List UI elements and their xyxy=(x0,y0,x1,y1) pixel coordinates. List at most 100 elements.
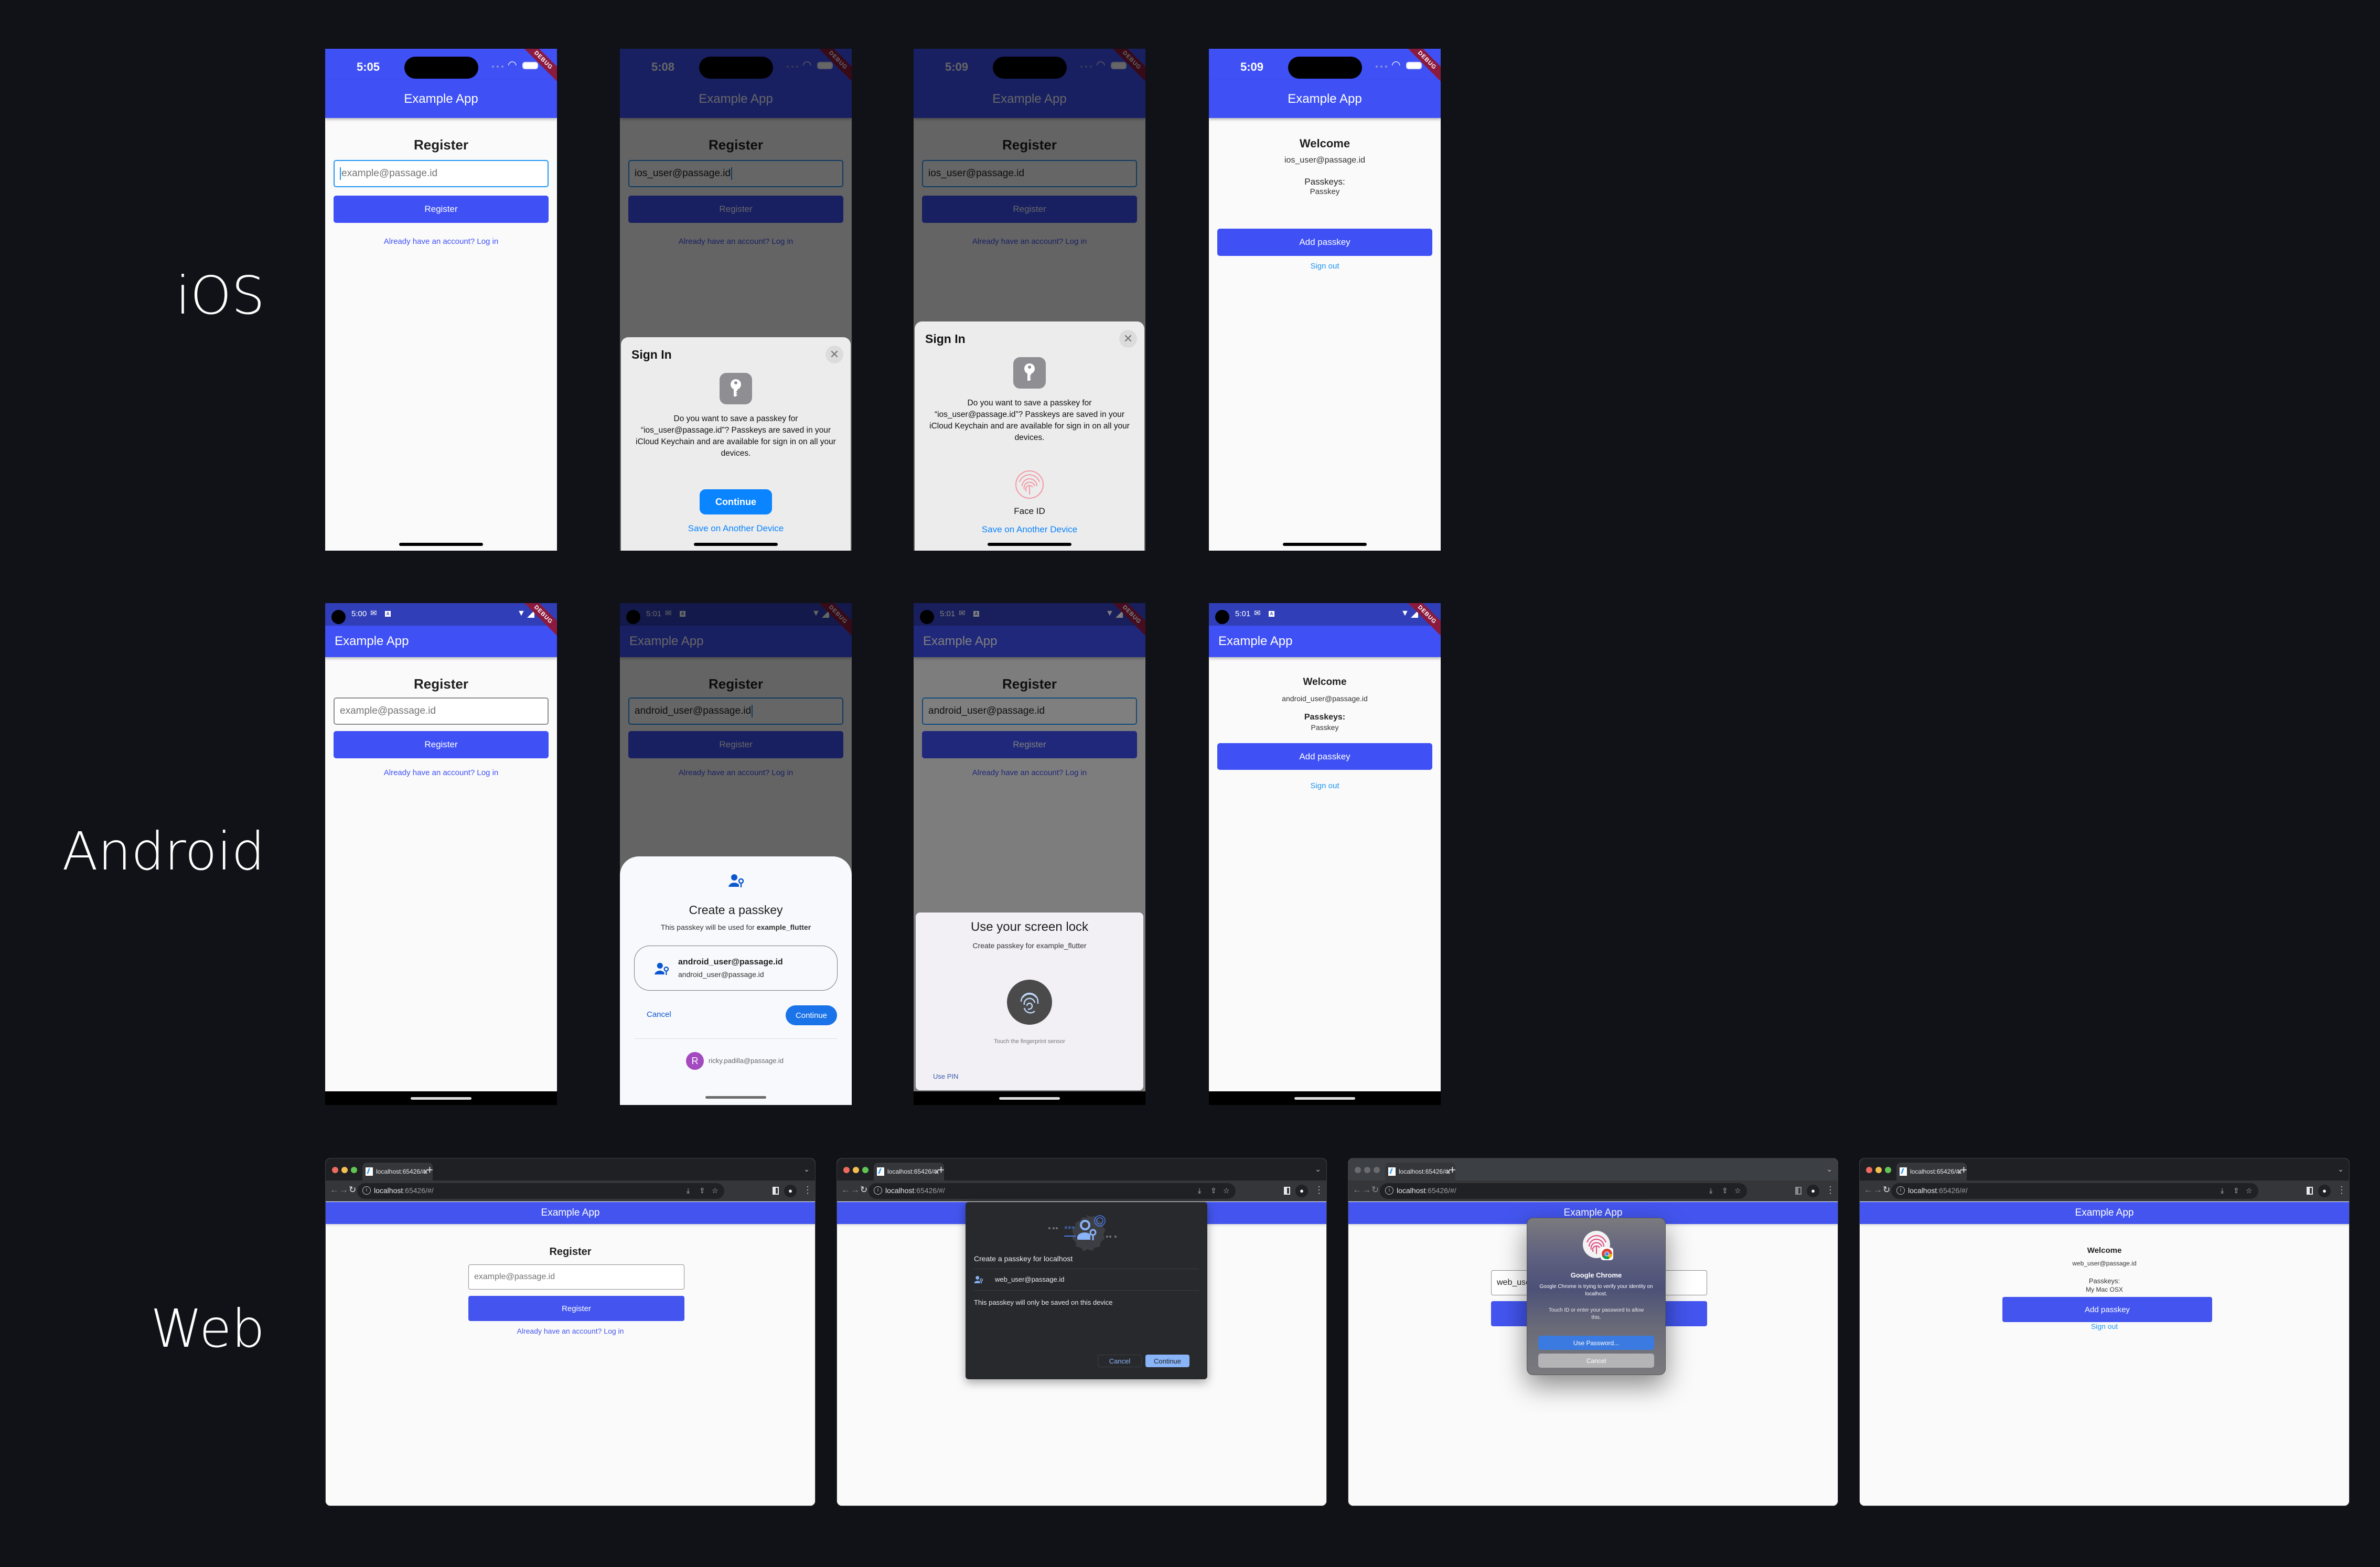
bookmark-star-icon[interactable]: ☆ xyxy=(1223,1186,1230,1195)
login-link[interactable]: Already have an account? Log in xyxy=(325,237,557,246)
close-window-button[interactable] xyxy=(332,1167,338,1173)
account-email[interactable]: ricky.padilla@passage.id xyxy=(709,1057,784,1065)
browser-tab[interactable]: localhost:65426/#/x xyxy=(1896,1163,1967,1180)
register-button[interactable]: Register xyxy=(468,1296,684,1321)
maximize-window-button[interactable] xyxy=(1374,1167,1380,1173)
browser-tab[interactable]: localhost:65426/#/x xyxy=(874,1163,944,1180)
continue-button[interactable]: Continue xyxy=(1145,1355,1189,1367)
sign-out-link[interactable]: Sign out xyxy=(1209,781,1441,790)
minimize-window-button[interactable] xyxy=(853,1167,859,1173)
new-tab-button[interactable]: + xyxy=(1449,1163,1456,1177)
forward-button[interactable]: → xyxy=(1873,1185,1882,1195)
install-icon[interactable]: ⤓ xyxy=(1198,1186,1201,1195)
reload-button[interactable]: ↻ xyxy=(349,1185,356,1195)
add-passkey-button[interactable]: Add passkey xyxy=(2002,1297,2212,1322)
profile-icon[interactable]: ● xyxy=(1807,1185,1819,1197)
back-button[interactable]: ← xyxy=(841,1185,850,1195)
fingerprint-icon[interactable] xyxy=(1007,980,1052,1025)
add-passkey-button[interactable]: Add passkey xyxy=(1217,229,1432,256)
site-info-icon[interactable]: i xyxy=(1385,1186,1393,1195)
maximize-window-button[interactable] xyxy=(862,1167,869,1173)
profile-icon[interactable]: ● xyxy=(1295,1185,1308,1197)
close-icon[interactable]: ✕ xyxy=(1119,330,1137,348)
tab-search-chevron-icon[interactable]: ⌄ xyxy=(1826,1165,1832,1174)
side-panel-icon[interactable] xyxy=(2307,1187,2313,1195)
use-pin-button[interactable]: Use PIN xyxy=(933,1072,958,1080)
share-icon[interactable]: ⇪ xyxy=(699,1186,705,1195)
close-icon[interactable]: ✕ xyxy=(826,346,843,363)
share-icon[interactable]: ⇪ xyxy=(2233,1186,2239,1195)
browser-tab[interactable]: localhost:65426/#/x xyxy=(1385,1163,1455,1180)
install-icon[interactable]: ⤓ xyxy=(2221,1186,2224,1195)
new-tab-button[interactable]: + xyxy=(938,1163,945,1177)
menu-icon[interactable]: ⋮ xyxy=(1826,1185,1835,1196)
install-icon[interactable]: ⤓ xyxy=(687,1186,690,1195)
save-another-device-link[interactable]: Save on Another Device xyxy=(621,523,851,534)
bookmark-star-icon[interactable]: ☆ xyxy=(712,1186,719,1195)
account-option[interactable]: android_user@passage.id android_user@pas… xyxy=(634,946,838,991)
profile-icon[interactable]: ● xyxy=(784,1185,797,1197)
register-button[interactable]: Register xyxy=(334,731,549,758)
reload-button[interactable]: ↻ xyxy=(1371,1185,1379,1195)
back-button[interactable]: ← xyxy=(1864,1185,1873,1195)
tab-search-chevron-icon[interactable]: ⌄ xyxy=(803,1165,810,1174)
cancel-button[interactable]: Cancel xyxy=(1538,1354,1654,1368)
account-avatar[interactable]: R xyxy=(686,1052,704,1070)
minimize-window-button[interactable] xyxy=(1875,1167,1882,1173)
minimize-window-button[interactable] xyxy=(1364,1167,1370,1173)
close-window-button[interactable] xyxy=(1355,1167,1361,1173)
minimize-window-button[interactable] xyxy=(341,1167,348,1173)
side-panel-icon[interactable] xyxy=(1795,1187,1802,1195)
back-button[interactable]: ← xyxy=(1353,1185,1361,1195)
menu-icon[interactable]: ⋮ xyxy=(803,1185,812,1196)
address-bar[interactable]: i localhost:65426/#/ ⤓ ⇪ ☆ xyxy=(1891,1183,2258,1199)
forward-button[interactable]: → xyxy=(1362,1185,1371,1195)
email-input[interactable]: example@passage.id xyxy=(468,1264,684,1290)
address-bar[interactable]: i localhost:65426/#/ ⤓ ⇪ ☆ xyxy=(869,1183,1236,1199)
forward-button[interactable]: → xyxy=(339,1185,348,1195)
cancel-button[interactable]: Cancel xyxy=(1098,1355,1142,1367)
browser-tab[interactable]: localhost:65426/#/x xyxy=(362,1163,433,1180)
login-link[interactable]: Already have an account? Log in xyxy=(325,768,557,777)
save-another-device-link[interactable]: Save on Another Device xyxy=(915,524,1144,535)
new-tab-button[interactable]: + xyxy=(1960,1163,1967,1177)
passkey-item: Passkey xyxy=(1311,723,1339,732)
side-panel-icon[interactable] xyxy=(1284,1187,1290,1195)
email-input[interactable]: example@passage.id xyxy=(334,697,549,725)
tab-search-chevron-icon[interactable]: ⌄ xyxy=(2338,1165,2344,1174)
site-info-icon[interactable]: i xyxy=(874,1186,882,1195)
site-info-icon[interactable]: i xyxy=(362,1186,371,1195)
maximize-window-button[interactable] xyxy=(1885,1167,1891,1173)
install-icon[interactable]: ⤓ xyxy=(1709,1186,1712,1195)
bookmark-star-icon[interactable]: ☆ xyxy=(1734,1186,1741,1195)
close-window-button[interactable] xyxy=(843,1167,850,1173)
cancel-button[interactable]: Cancel xyxy=(647,1010,671,1019)
login-link[interactable]: Already have an account? Log in xyxy=(326,1327,815,1335)
site-info-icon[interactable]: i xyxy=(1896,1186,1905,1195)
menu-icon[interactable]: ⋮ xyxy=(1314,1185,1324,1196)
reload-button[interactable]: ↻ xyxy=(860,1185,867,1195)
forward-button[interactable]: → xyxy=(851,1185,860,1195)
sign-out-link[interactable]: Sign out xyxy=(1860,1322,2349,1330)
use-password-button[interactable]: Use Password... xyxy=(1538,1336,1654,1350)
maximize-window-button[interactable] xyxy=(351,1167,357,1173)
address-bar[interactable]: i localhost:65426/#/ ⤓ ⇪ ☆ xyxy=(1380,1183,1747,1199)
profile-icon[interactable]: ● xyxy=(2318,1185,2331,1197)
register-button[interactable]: Register xyxy=(334,196,549,223)
new-tab-button[interactable]: + xyxy=(426,1163,433,1177)
share-icon[interactable]: ⇪ xyxy=(1210,1186,1217,1195)
email-input[interactable]: example@passage.id xyxy=(334,160,549,187)
tab-search-chevron-icon[interactable]: ⌄ xyxy=(1315,1165,1321,1174)
share-icon[interactable]: ⇪ xyxy=(1722,1186,1728,1195)
menu-icon[interactable]: ⋮ xyxy=(2337,1185,2346,1196)
side-panel-icon[interactable] xyxy=(773,1187,779,1195)
continue-button[interactable]: Continue xyxy=(700,489,772,514)
bookmark-star-icon[interactable]: ☆ xyxy=(2246,1186,2253,1195)
reload-button[interactable]: ↻ xyxy=(1883,1185,1890,1195)
sign-out-link[interactable]: Sign out xyxy=(1209,262,1441,271)
close-window-button[interactable] xyxy=(1866,1167,1872,1173)
add-passkey-button[interactable]: Add passkey xyxy=(1217,743,1432,770)
back-button[interactable]: ← xyxy=(330,1185,339,1195)
continue-button[interactable]: Continue xyxy=(786,1005,837,1025)
address-bar[interactable]: i localhost:65426/#/ ⤓ ⇪ ☆ xyxy=(357,1183,724,1199)
